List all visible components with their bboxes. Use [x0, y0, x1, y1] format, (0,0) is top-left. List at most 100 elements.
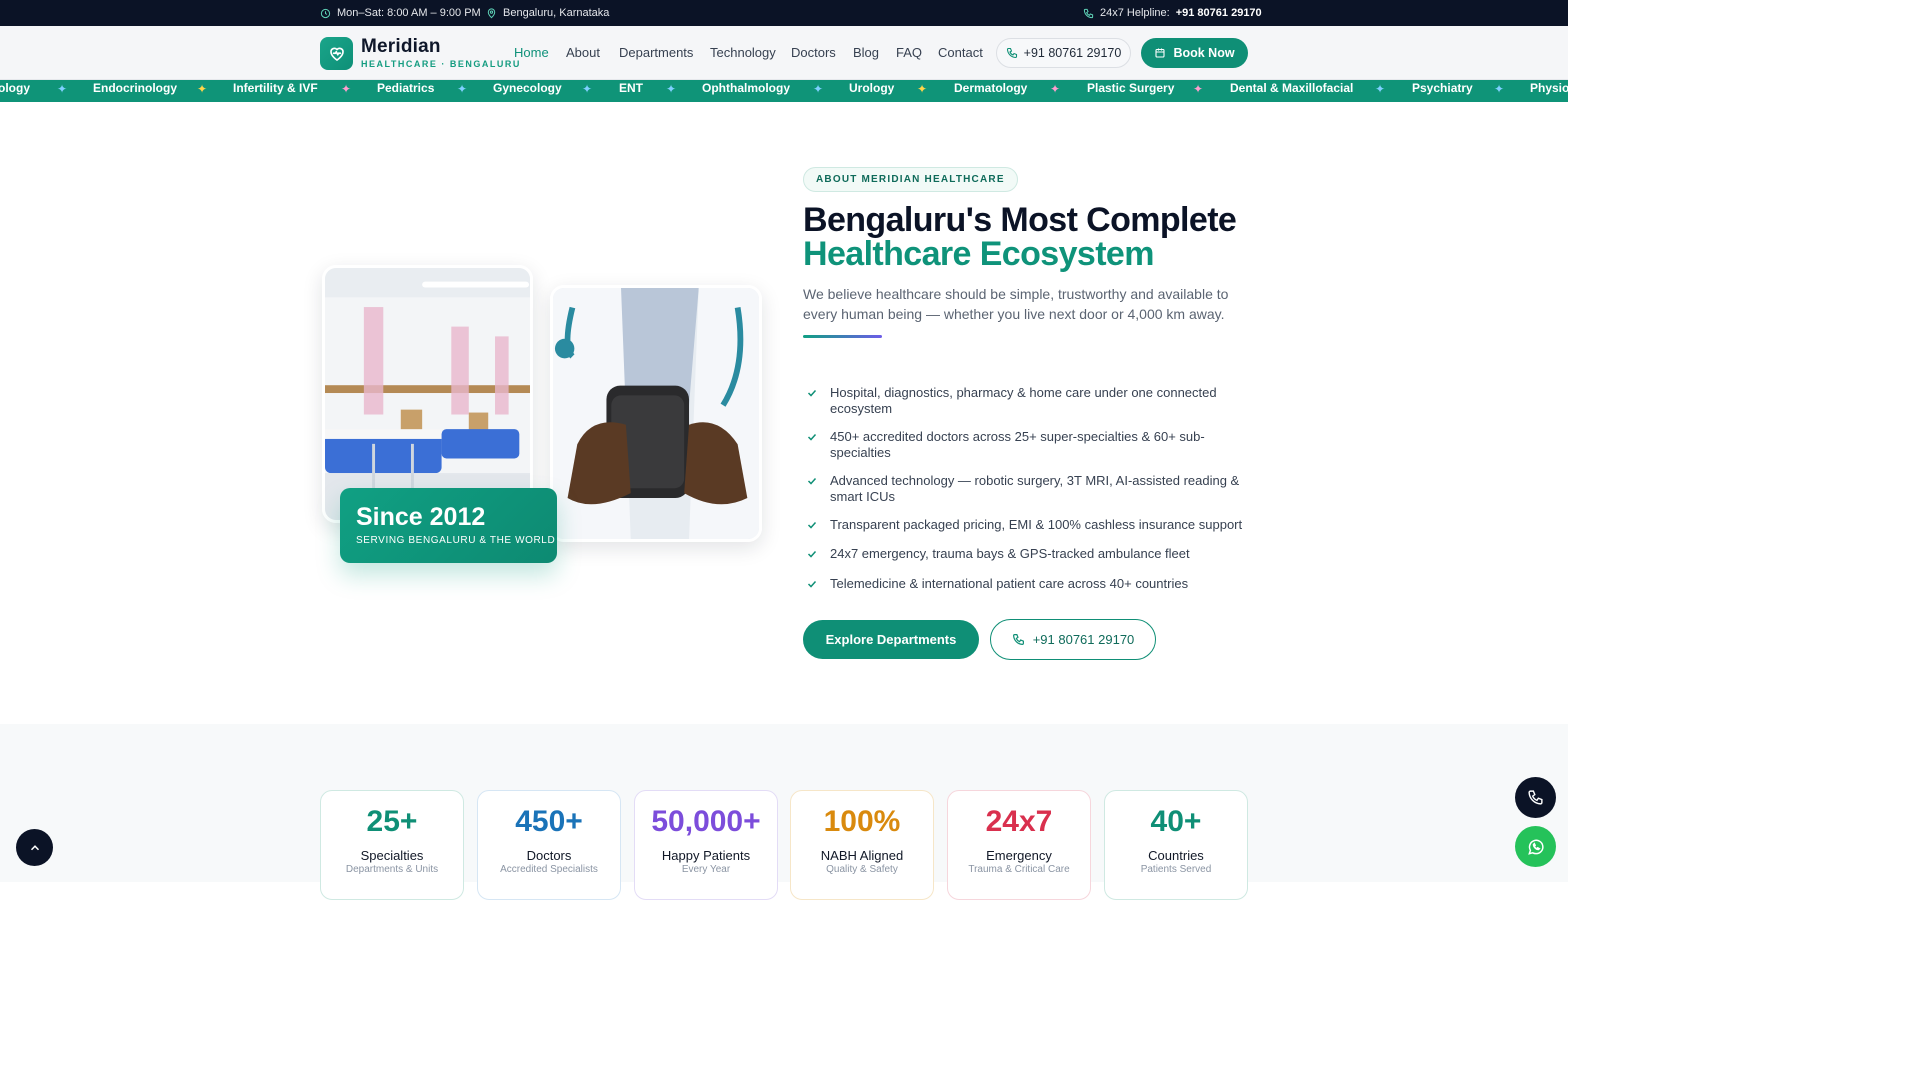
- feature-text: Telemedicine & international patient car…: [830, 576, 1189, 591]
- doctor-with-phone-photo: [550, 285, 762, 542]
- helpline-info[interactable]: 24x7 Helpline: +91 80761 29170: [1083, 0, 1262, 26]
- specialties-ticker: ology ✦ Endocrinology ✦ Infertility & IV…: [0, 80, 1568, 102]
- stat-card-doctors: 450+ Doctors Accredited Specialists: [477, 790, 621, 900]
- scroll-to-top-button[interactable]: [16, 829, 53, 866]
- stat-value: 25+: [366, 805, 418, 838]
- star-icon: ✦: [1494, 82, 1505, 96]
- calendar-icon: [1155, 48, 1165, 58]
- explore-departments-button[interactable]: Explore Departments: [803, 620, 979, 659]
- nav-phone-button[interactable]: +91 80761 29170: [996, 38, 1131, 68]
- phone-icon: [1083, 8, 1094, 18]
- check-icon: [807, 521, 817, 529]
- nav-technology[interactable]: Technology: [710, 45, 776, 60]
- location-pin-icon: [487, 7, 496, 18]
- about-lead: We believe healthcare should be simple, …: [803, 286, 1229, 322]
- check-icon: [807, 477, 817, 485]
- ticker-item[interactable]: Infertility & IVF: [233, 80, 318, 98]
- hours-text: Mon–Sat: 8:00 AM – 9:00 PM: [337, 7, 481, 19]
- stat-card-nabh: 100% NABH Aligned Quality & Safety: [790, 790, 934, 900]
- nav-phone-label: +91 80761 29170: [1023, 46, 1122, 60]
- since-subtitle: SERVING BENGALURU & THE WORLD: [356, 535, 556, 546]
- ticker-item[interactable]: Endocrinology: [93, 80, 177, 98]
- stat-card-countries: 40+ Countries Patients Served: [1104, 790, 1248, 900]
- floating-whatsapp-button[interactable]: [1515, 826, 1556, 867]
- check-icon: [807, 433, 817, 441]
- stat-value: 24x7: [985, 805, 1053, 838]
- nav-faq[interactable]: FAQ: [896, 45, 922, 60]
- feature-text: Advanced technology — robotic surgery, 3…: [830, 473, 1240, 504]
- nav-about[interactable]: About: [566, 45, 600, 60]
- nav-contact[interactable]: Contact: [938, 45, 983, 60]
- floating-call-button[interactable]: [1515, 777, 1556, 818]
- check-icon: [807, 389, 817, 397]
- stat-label: Emergency: [986, 848, 1052, 863]
- hours-info: Mon–Sat: 8:00 AM – 9:00 PM: [320, 0, 481, 26]
- stat-label: Countries: [1148, 848, 1204, 863]
- brand-name[interactable]: Meridian: [361, 36, 441, 58]
- nav-doctors[interactable]: Doctors: [791, 45, 836, 60]
- stat-description: Every Year: [681, 864, 731, 875]
- feature-item: 450+ accredited doctors across 25+ super…: [806, 429, 1246, 461]
- check-icon: [807, 550, 817, 558]
- star-icon: ✦: [1375, 82, 1386, 96]
- ticker-item[interactable]: Ophthalmology: [702, 80, 790, 98]
- stat-description: Accredited Specialists: [500, 864, 598, 875]
- ticker-item[interactable]: Dental & Maxillofacial: [1230, 80, 1353, 98]
- feature-text: 450+ accredited doctors across 25+ super…: [830, 429, 1205, 460]
- about-heading-line2: Healthcare Ecosystem: [803, 235, 1154, 273]
- logo[interactable]: [320, 37, 353, 70]
- star-icon: ✦: [57, 82, 68, 96]
- section-tag: ABOUT MERIDIAN HEALTHCARE: [803, 167, 1018, 192]
- ticker-item[interactable]: Psychiatry: [1412, 80, 1473, 98]
- nav-blog[interactable]: Blog: [853, 45, 879, 60]
- stat-value: 40+: [1150, 805, 1202, 838]
- star-icon: ✦: [813, 82, 824, 96]
- ticker-item[interactable]: Dermatology: [954, 80, 1027, 98]
- check-icon: [807, 580, 817, 588]
- location-info: Bengaluru, Karnataka: [486, 0, 609, 26]
- feature-text: Transparent packaged pricing, EMI & 100%…: [830, 517, 1243, 532]
- location-text: Bengaluru, Karnataka: [503, 7, 610, 19]
- nav-departments[interactable]: Departments: [619, 45, 693, 60]
- feature-item: Hospital, diagnostics, pharmacy & home c…: [806, 385, 1246, 417]
- stat-description: Departments & Units: [345, 864, 439, 875]
- feature-item: Transparent packaged pricing, EMI & 100%…: [806, 517, 1246, 533]
- ticker-item[interactable]: Urology: [849, 80, 894, 98]
- feature-item: Advanced technology — robotic surgery, 3…: [806, 473, 1246, 505]
- star-icon: ✦: [582, 82, 593, 96]
- stat-description: Quality & Safety: [826, 864, 898, 875]
- ticker-item[interactable]: Physio: [1530, 80, 1568, 98]
- ticker-item[interactable]: Gynecology: [493, 80, 562, 98]
- star-icon: ✦: [341, 82, 352, 96]
- feature-item: Telemedicine & international patient car…: [806, 576, 1246, 592]
- ticker-item[interactable]: Pediatrics: [377, 80, 434, 98]
- helpline-number[interactable]: +91 80761 29170: [1176, 7, 1262, 19]
- stat-label: NABH Aligned: [820, 848, 904, 863]
- book-now-button[interactable]: Book Now: [1141, 38, 1248, 68]
- main-navbar: Meridian HEALTHCARE · BENGALURU Home Abo…: [0, 26, 1568, 80]
- stat-label: Doctors: [526, 848, 572, 863]
- stat-card-specialties: 25+ Specialties Departments & Units: [320, 790, 464, 900]
- stat-label: Specialties: [360, 848, 424, 863]
- stat-card-emergency: 24x7 Emergency Trauma & Critical Care: [947, 790, 1091, 900]
- ticker-item[interactable]: ENT: [619, 80, 643, 98]
- since-year: Since 2012: [356, 503, 486, 531]
- top-info-bar: Mon–Sat: 8:00 AM – 9:00 PM Bengaluru, Ka…: [0, 0, 1568, 26]
- feature-text: Hospital, diagnostics, pharmacy & home c…: [830, 385, 1217, 416]
- star-icon: ✦: [457, 82, 468, 96]
- stats-section: [0, 724, 1568, 882]
- stat-card-happy-patients: 50,000+ Happy Patients Every Year: [634, 790, 778, 900]
- nav-home[interactable]: Home: [514, 45, 549, 60]
- ticker-item[interactable]: ology: [0, 80, 30, 98]
- since-2012-badge: Since 2012 SERVING BENGALURU & THE WORLD: [340, 488, 557, 563]
- clock-icon: [320, 8, 331, 18]
- chevron-up-icon: [30, 844, 39, 850]
- star-icon: ✦: [666, 82, 677, 96]
- feature-text: 24x7 emergency, trauma bays & GPS-tracke…: [830, 546, 1190, 561]
- hospital-ward-photo: [322, 265, 533, 523]
- star-icon: ✦: [1193, 82, 1204, 96]
- ticker-item[interactable]: Plastic Surgery: [1087, 80, 1174, 98]
- call-button[interactable]: +91 80761 29170: [990, 619, 1156, 660]
- heart-pulse-icon: [329, 47, 344, 61]
- stat-value: 50,000+: [651, 805, 761, 838]
